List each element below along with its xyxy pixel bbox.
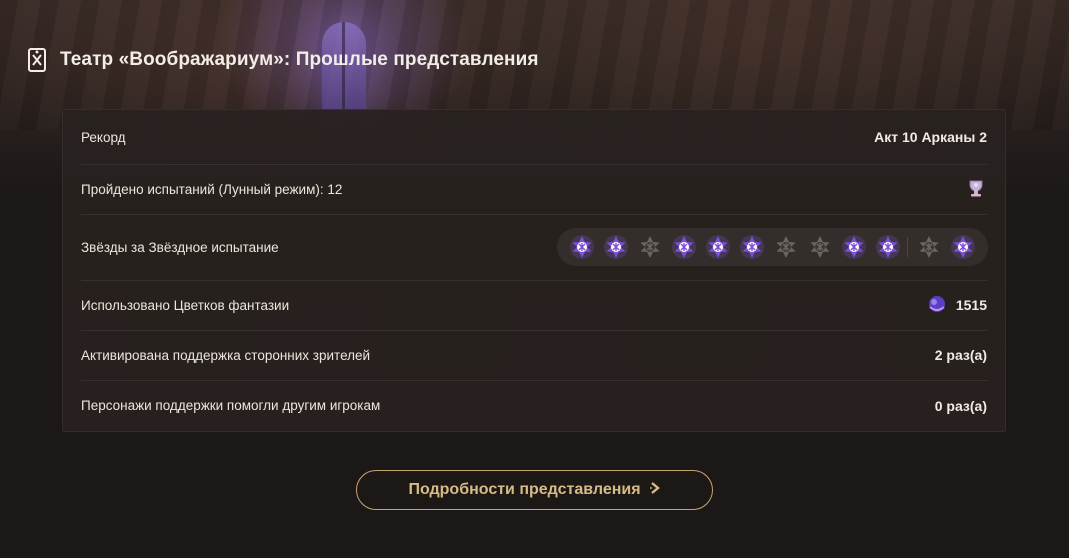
star-dim-icon (773, 234, 799, 260)
fantasy-flowers-value: 1515 (955, 297, 987, 313)
moon-trophy-icon (965, 177, 987, 202)
support-helped-value: 0 раз(а) (934, 397, 987, 414)
performance-details-button[interactable]: Подробности представления (356, 470, 713, 510)
star-lit-icon (569, 234, 595, 260)
record-label: Рекорд (81, 129, 126, 145)
row-record: Рекорд Акт 10 Арканы 2 (81, 110, 987, 165)
arrow-right-icon (649, 481, 661, 500)
support-activated-label: Активирована поддержка сторонних зрителе… (81, 347, 371, 363)
page-header: Театр «Воображариум»: Прошлые представле… (26, 46, 539, 74)
support-helped-label: Персонажи поддержки помогли другим игрок… (81, 398, 381, 413)
star-rating (557, 228, 988, 266)
star-dim-icon (807, 234, 833, 260)
star-lit-icon (705, 234, 731, 260)
star-lit-icon (841, 234, 867, 260)
fantasy-flower-icon (926, 293, 948, 318)
row-star-challenge: Звёзды за Звёздное испытание (81, 214, 988, 281)
row-fantasy-flowers: Использовано Цветков фантазии 1515 (81, 280, 987, 331)
star-separator (907, 237, 908, 257)
record-value: Акт 10 Арканы 2 (874, 129, 987, 145)
star-lit-icon (875, 234, 901, 260)
star-lit-icon (671, 234, 697, 260)
support-activated-value: 2 раз(а) (934, 347, 987, 363)
star-lit-icon (950, 234, 976, 260)
row-support-activated: Активирована поддержка сторонних зрителе… (81, 330, 987, 381)
fantasy-flowers-value-wrap: 1515 (926, 293, 987, 318)
star-lit-icon (603, 234, 629, 260)
page-title: Театр «Воображариум»: Прошлые представле… (60, 49, 539, 70)
background-art: Театр «Воображариум»: Прошлые представле… (0, 0, 1069, 558)
performance-details-label: Подробности представления (408, 481, 641, 498)
fantasy-flowers-label: Использовано Цветков фантазии (81, 297, 290, 313)
star-challenge-label: Звёзды за Звёздное испытание (81, 239, 279, 255)
moon-challenges-label: Пройдено испытаний (Лунный режим): 12 (81, 181, 343, 197)
theater-card-icon (26, 47, 48, 73)
star-dim-icon (637, 234, 663, 260)
star-lit-icon (739, 234, 765, 260)
row-moon-challenges: Пройдено испытаний (Лунный режим): 12 (81, 164, 987, 215)
row-support-helped: Персонажи поддержки помогли другим игрок… (81, 380, 987, 431)
star-dim-icon (916, 234, 942, 260)
stats-panel: Рекорд Акт 10 Арканы 2 Пройдено испытани… (62, 109, 1006, 432)
moon-challenges-value (965, 177, 987, 202)
